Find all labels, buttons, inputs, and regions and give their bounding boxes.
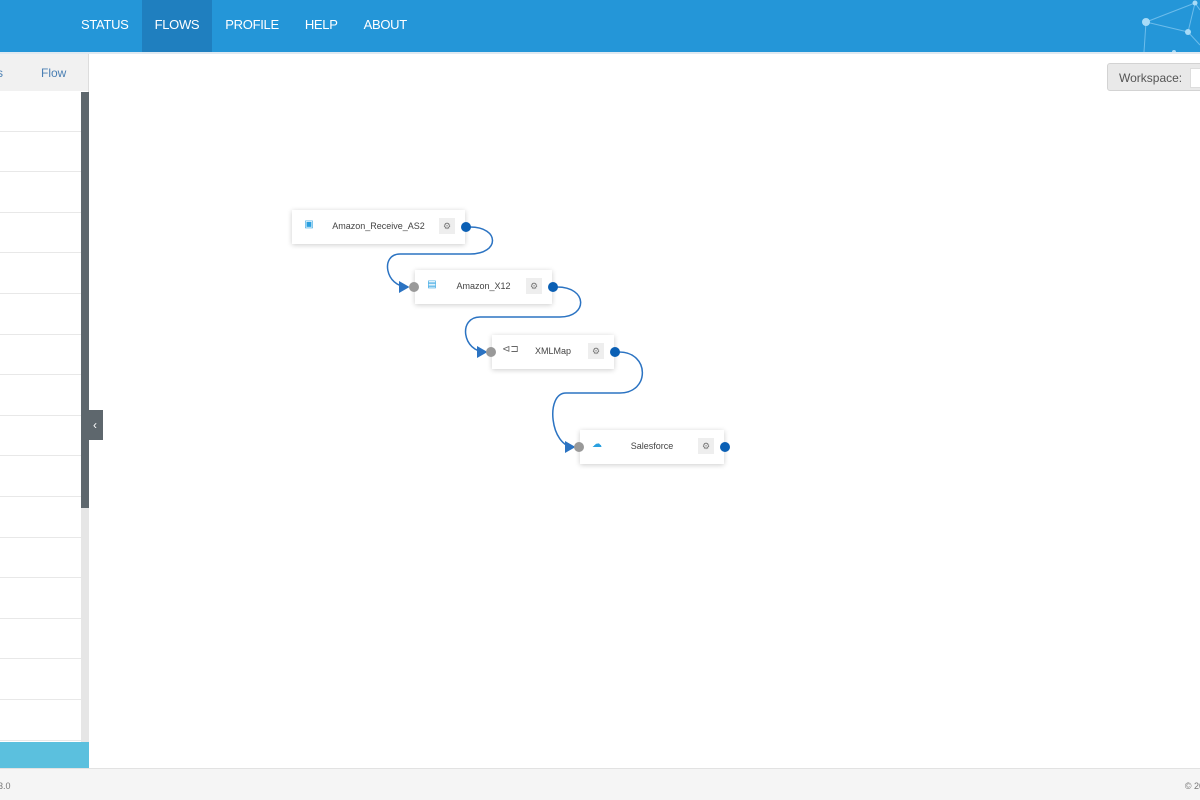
gear-icon[interactable]: ⚙ [588, 343, 604, 359]
output-port[interactable] [610, 347, 620, 357]
flow-node-xmlmap[interactable]: ⊲⊐ XMLMap ⚙ [486, 335, 620, 369]
gear-icon[interactable]: ⚙ [698, 438, 714, 454]
footer: 3.0 © 20 [0, 768, 1200, 800]
flow-node-salesforce[interactable]: ☁ Salesforce ⚙ [574, 430, 730, 464]
gear-icon[interactable]: ⚙ [439, 218, 455, 234]
flow-node-amazon-receive-as2[interactable]: ▣ Amazon_Receive_AS2 ⚙ [292, 210, 471, 244]
copyright-text: © 20 [1184, 781, 1200, 791]
gear-icon[interactable]: ⚙ [526, 278, 542, 294]
flow-connections [386, 226, 643, 453]
output-port[interactable] [461, 222, 471, 232]
flow-node-amazon-x12[interactable]: ▤ Amazon_X12 ⚙ [409, 270, 558, 304]
output-port[interactable] [548, 282, 558, 292]
version-text: 3.0 [0, 781, 11, 791]
output-port[interactable] [720, 442, 730, 452]
